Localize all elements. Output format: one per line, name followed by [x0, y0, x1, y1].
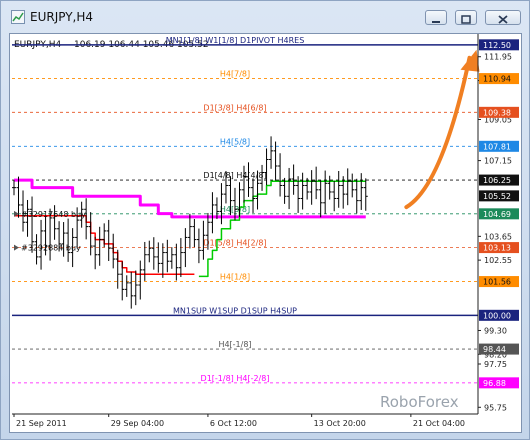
price-box-label: 107.81 — [483, 142, 511, 151]
chart-window: EURJPY,H4 EURJPY,H4 106.19 106.44 105.46… — [0, 0, 530, 440]
green-stop-line — [198, 180, 366, 278]
price-box-label: 98.44 — [483, 345, 506, 354]
close-icon — [498, 15, 508, 24]
murrey-level-label: MN1[1/8] W1[1/8] D1PIVOT H4RES — [166, 36, 305, 45]
minimize-icon — [432, 21, 440, 23]
price-box-label: 109.38 — [483, 108, 511, 117]
order-label: #32917648 buy — [21, 210, 86, 219]
price-tick-label: 111.95 — [484, 53, 512, 62]
price-tick-label: 97.75 — [484, 360, 507, 369]
murrey-level-label: H4[5/8] — [220, 137, 250, 146]
price-axis: 111.95110.85109.05107.15103.65102.5599.3… — [477, 34, 519, 414]
price-bars — [12, 136, 368, 309]
chart-area[interactable]: EURJPY,H4 106.19 106.44 105.46 105.52 MN… — [9, 33, 522, 433]
murrey-level-label: H4[7/8] — [220, 70, 250, 79]
price-tick-label: 99.30 — [484, 326, 507, 335]
time-tick-label: 21 Oct 04:00 — [413, 419, 465, 428]
order-arrow-icon — [14, 244, 19, 251]
price-box-label: 96.88 — [483, 379, 506, 388]
time-tick-label: 13 Oct 20:00 — [314, 419, 366, 428]
price-box-label: 103.13 — [483, 244, 511, 253]
price-tick-label: 95.75 — [484, 403, 507, 412]
order-label: #3292884 buy — [21, 244, 81, 253]
minimize-button[interactable] — [425, 10, 447, 25]
price-tick-label: 103.65 — [484, 232, 512, 241]
price-box-label: 104.69 — [483, 210, 511, 219]
chart-app-icon — [11, 10, 25, 24]
murrey-level-label: MN1SUP W1SUP D1SUP H4SUP — [173, 306, 297, 315]
time-axis: 21 Sep 2011 29 Sep 04:00 6 Oct 12:00 13 Oct… — [12, 413, 478, 428]
maximize-button[interactable] — [455, 10, 477, 25]
forecast-arrow-shaft — [404, 55, 472, 210]
forecast-arrow — [404, 49, 480, 210]
price-box-label: 105.52 — [483, 192, 511, 201]
price-tick-label: 102.55 — [484, 256, 512, 265]
price-box-label: 106.25 — [483, 176, 511, 185]
price-tick-label: 107.15 — [484, 157, 512, 166]
price-box-label: 101.56 — [483, 278, 511, 287]
murrey-level-label: D1[5/8] H4[2/8] — [203, 239, 266, 248]
murrey-level-label: H4[1/8] — [220, 273, 250, 282]
forecast-arrowhead-icon — [460, 49, 480, 72]
close-button[interactable] — [485, 10, 521, 25]
roboforex-watermark: RoboForex — [380, 393, 459, 411]
time-tick-label: 21 Sep 2011 — [16, 419, 67, 428]
price-box-label: 110.94 — [483, 75, 511, 84]
murrey-level-label: H4[-1/8] — [218, 340, 251, 349]
price-box-label: 100.00 — [483, 311, 511, 320]
price-chart[interactable]: EURJPY,H4 106.19 106.44 105.46 105.52 MN… — [10, 34, 521, 432]
time-tick-label: 6 Oct 12:00 — [210, 419, 257, 428]
title-bar[interactable]: EURJPY,H4 — [1, 1, 529, 31]
price-box-label: 112.50 — [483, 41, 511, 50]
maximize-icon — [461, 15, 471, 24]
window-title: EURJPY,H4 — [30, 10, 94, 24]
murrey-level-label: D1[3/8] H4[6/8] — [203, 103, 266, 112]
time-tick-label: 29 Sep 04:00 — [111, 419, 164, 428]
murrey-level-label: D1[-1/8] H4[-2/8] — [201, 374, 270, 383]
